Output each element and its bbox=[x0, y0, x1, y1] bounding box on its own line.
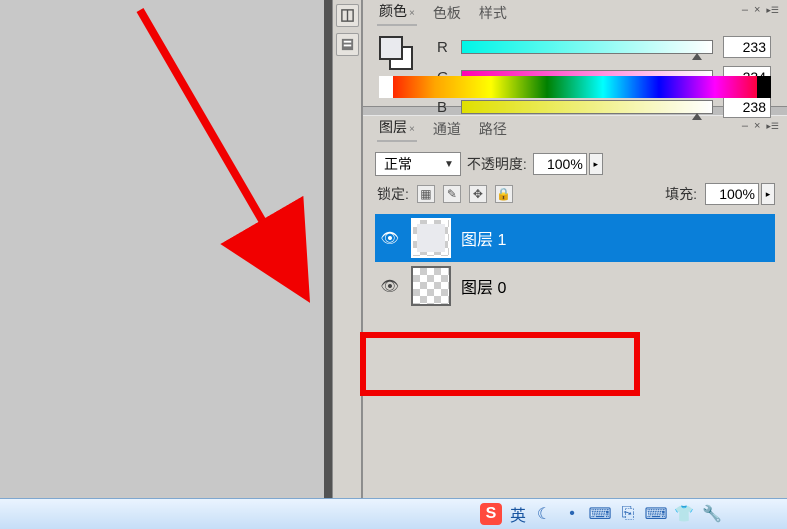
layer-item[interactable]: 👁 图层 0 bbox=[375, 262, 775, 310]
channel-b-value[interactable]: 238 bbox=[723, 96, 771, 118]
opacity-value[interactable]: 100% bbox=[533, 153, 587, 175]
channel-r-label: R bbox=[437, 39, 451, 56]
channel-r-slider[interactable] bbox=[461, 40, 713, 54]
fg-swatch[interactable] bbox=[379, 36, 403, 60]
layer-name[interactable]: 图层 0 bbox=[461, 274, 506, 298]
channel-r-row: R 233 bbox=[437, 36, 771, 58]
lock-all-icon[interactable]: 🔒 bbox=[495, 185, 513, 203]
layer-thumbnail[interactable] bbox=[411, 266, 451, 306]
tab-paths[interactable]: 路径 bbox=[477, 116, 509, 142]
tab-close-icon[interactable]: × bbox=[409, 8, 415, 19]
blend-mode-dropdown[interactable]: 正常 ▼ bbox=[375, 152, 461, 176]
panel-icon bbox=[340, 8, 355, 23]
panel-menu-icon[interactable]: ▸☰ bbox=[766, 121, 779, 132]
layer-name[interactable]: 图层 1 bbox=[461, 226, 506, 250]
fill-flyout-button[interactable]: ▸ bbox=[761, 183, 775, 205]
layers-panel-tabrow: 图层× 通道 路径 – × ▸☰ bbox=[363, 116, 787, 142]
fg-bg-swatch[interactable] bbox=[379, 36, 413, 70]
channel-b-label: B bbox=[437, 99, 451, 116]
tab-channels[interactable]: 通道 bbox=[431, 116, 463, 142]
lock-label: 锁定: bbox=[377, 184, 409, 204]
moon-icon[interactable]: ☾ bbox=[534, 504, 554, 524]
color-panel: R 233 G 234 B 238 bbox=[363, 26, 787, 106]
lock-brush-icon[interactable]: ✎ bbox=[443, 185, 461, 203]
dot-icon[interactable]: • bbox=[562, 504, 582, 524]
shirt-icon[interactable]: 👕 bbox=[674, 504, 694, 524]
slider-thumb-icon[interactable] bbox=[692, 53, 702, 60]
fill-value[interactable]: 100% bbox=[705, 183, 759, 205]
layer-item[interactable]: 👁 图层 1 bbox=[375, 214, 775, 262]
color-spectrum[interactable] bbox=[379, 76, 771, 98]
ime-language-label[interactable]: 英 bbox=[510, 502, 526, 526]
tab-style[interactable]: 样式 bbox=[477, 0, 509, 26]
tool-button-2[interactable] bbox=[336, 33, 359, 56]
color-panel-tabrow: 颜色× 色板 样式 – × ▸☰ bbox=[363, 0, 787, 26]
blend-mode-value: 正常 bbox=[384, 154, 412, 174]
ime-icon-1[interactable]: ⌨ bbox=[590, 504, 610, 524]
visibility-eye-icon[interactable]: 👁 bbox=[379, 230, 401, 246]
panel-minimize-icon[interactable]: – bbox=[742, 4, 748, 16]
wrench-icon[interactable]: 🔧 bbox=[702, 504, 722, 524]
opacity-label: 不透明度: bbox=[467, 154, 527, 174]
channel-b-slider[interactable] bbox=[461, 100, 713, 114]
tab-layers[interactable]: 图层× bbox=[377, 114, 417, 142]
tab-swatch[interactable]: 色板 bbox=[431, 0, 463, 26]
chevron-down-icon: ▼ bbox=[444, 159, 454, 170]
panel-close-icon[interactable]: × bbox=[754, 120, 760, 132]
vertical-toolbar bbox=[332, 0, 362, 498]
lock-transparent-icon[interactable]: ▦ bbox=[417, 185, 435, 203]
visibility-eye-icon[interactable]: 👁 bbox=[379, 278, 401, 294]
frame-gap bbox=[324, 0, 332, 498]
keyboard-icon[interactable]: ⌨ bbox=[646, 504, 666, 524]
layer-list: 👁 图层 1 👁 图层 0 bbox=[375, 214, 775, 310]
panel-close-icon[interactable]: × bbox=[754, 4, 760, 16]
fill-label: 填充: bbox=[665, 184, 697, 204]
ime-taskbar: S 英 ☾ • ⌨ ⎘ ⌨ 👕 🔧 bbox=[0, 498, 787, 529]
canvas-area bbox=[0, 0, 324, 498]
tab-close-icon[interactable]: × bbox=[409, 124, 415, 135]
tab-layers-label: 图层 bbox=[379, 119, 407, 135]
channel-b-row: B 238 bbox=[437, 96, 771, 118]
opacity-flyout-button[interactable]: ▸ bbox=[589, 153, 603, 175]
doc-icon bbox=[340, 37, 355, 52]
lock-move-icon[interactable]: ✥ bbox=[469, 185, 487, 203]
ime-icon-2[interactable]: ⎘ bbox=[618, 504, 638, 524]
channel-r-value[interactable]: 233 bbox=[723, 36, 771, 58]
panel-minimize-icon[interactable]: – bbox=[742, 120, 748, 132]
panels-region: 颜色× 色板 样式 – × ▸☰ R 233 G bbox=[362, 0, 787, 498]
sogou-ime-icon[interactable]: S bbox=[480, 503, 502, 525]
layer-thumbnail[interactable] bbox=[411, 218, 451, 258]
panel-menu-icon[interactable]: ▸☰ bbox=[766, 5, 779, 16]
tab-color[interactable]: 颜色× bbox=[377, 0, 417, 26]
tab-color-label: 颜色 bbox=[379, 3, 407, 19]
tool-button-1[interactable] bbox=[336, 4, 359, 27]
layers-panel: 正常 ▼ 不透明度: 100% ▸ 锁定: ▦ ✎ ✥ 🔒 填充: 100% ▸ bbox=[363, 142, 787, 316]
